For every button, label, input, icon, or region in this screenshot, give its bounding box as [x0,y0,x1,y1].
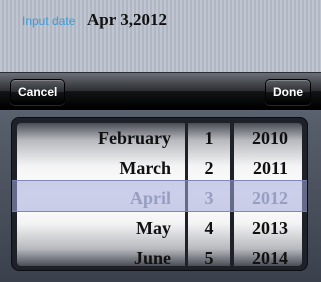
day-option[interactable]: 2 [188,153,230,183]
month-option[interactable]: March [17,153,185,183]
input-date-label: Input date [22,14,76,28]
year-wheel[interactable]: 2010 2011 2012 2013 2014 [234,123,302,266]
day-option[interactable]: 5 [188,243,230,266]
year-option-selected[interactable]: 2012 [234,183,302,213]
date-display-row[interactable]: Input date Apr 3,2012 [0,0,321,48]
day-option[interactable]: 4 [188,213,230,243]
year-option[interactable]: 2013 [234,213,302,243]
month-option[interactable]: February [17,123,185,153]
selected-date-value[interactable]: Apr 3,2012 [87,10,167,30]
done-button[interactable]: Done [265,79,311,105]
picker-wheels-frame: February March April May June 1 2 3 4 5 … [12,118,307,270]
month-wheel[interactable]: February March April May June [17,123,185,266]
picker-toolbar: Cancel Done [0,73,321,110]
month-option[interactable]: June [17,243,185,266]
day-option-selected[interactable]: 3 [188,183,230,213]
cancel-button[interactable]: Cancel [10,79,66,105]
year-option[interactable]: 2011 [234,153,302,183]
month-option-selected[interactable]: April [17,183,185,213]
year-option[interactable]: 2010 [234,123,302,153]
year-option[interactable]: 2014 [234,243,302,266]
day-wheel[interactable]: 1 2 3 4 5 [188,123,230,266]
month-option[interactable]: May [17,213,185,243]
day-option[interactable]: 1 [188,123,230,153]
